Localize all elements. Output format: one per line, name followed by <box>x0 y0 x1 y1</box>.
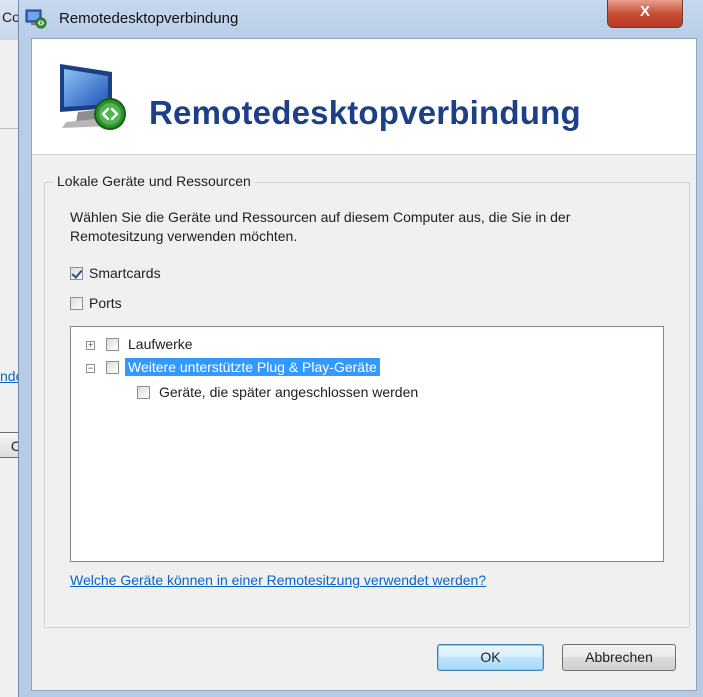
smartcards-checkbox[interactable]: Smartcards <box>70 265 161 281</box>
ports-checkbox[interactable]: Ports <box>70 295 122 311</box>
dialog-titlebar[interactable]: Remotedesktopverbindung X <box>19 0 703 38</box>
expand-plus-icon[interactable]: + <box>86 341 95 350</box>
checkbox-icon[interactable] <box>106 337 119 351</box>
rdp-dialog: Remotedesktopverbindung X Remotedesktopv… <box>18 0 703 697</box>
checkbox-icon[interactable] <box>70 296 83 310</box>
tree-item-label: Geräte, die später angeschlossen werden <box>159 384 419 400</box>
remote-desktop-icon <box>60 64 126 130</box>
checkbox-icon[interactable] <box>137 385 150 399</box>
dialog-client-area: Remotedesktopverbindung Lokale Geräte un… <box>31 38 697 691</box>
dialog-title: Remotedesktopverbindung <box>59 10 239 27</box>
dialog-banner: Remotedesktopverbindung <box>32 39 696 155</box>
collapse-minus-icon[interactable]: − <box>86 364 95 373</box>
tree-item-label: Laufwerke <box>128 336 193 352</box>
device-tree[interactable]: + Laufwerke − Weitere unterstützte Plug … <box>70 326 664 562</box>
tree-item-label: Weitere unterstützte Plug & Play-Geräte <box>125 358 380 376</box>
help-link[interactable]: Welche Geräte können in einer Remotesitz… <box>70 572 486 588</box>
ports-label: Ports <box>89 295 122 311</box>
cancel-button[interactable]: Abbrechen <box>562 644 676 671</box>
banner-title: Remotedesktopverbindung <box>149 94 581 131</box>
smartcards-label: Smartcards <box>89 265 161 281</box>
tree-item-plug-and-play[interactable]: Weitere unterstützte Plug & Play-Geräte <box>106 357 380 377</box>
rdp-app-icon <box>25 9 47 29</box>
ok-button[interactable]: OK <box>437 644 544 671</box>
close-button[interactable]: X <box>607 0 683 28</box>
tree-item-laufwerke[interactable]: Laufwerke <box>106 334 196 354</box>
local-resources-group: Lokale Geräte und Ressourcen Wählen Sie … <box>44 173 690 628</box>
group-description: Wählen Sie die Geräte und Ressourcen auf… <box>70 209 571 244</box>
checkbox-checked-icon[interactable] <box>70 266 83 280</box>
checkbox-icon[interactable] <box>106 360 119 374</box>
tree-item-later-devices[interactable]: Geräte, die später angeschlossen werden <box>137 382 421 402</box>
group-title: Lokale Geräte und Ressourcen <box>53 173 255 189</box>
